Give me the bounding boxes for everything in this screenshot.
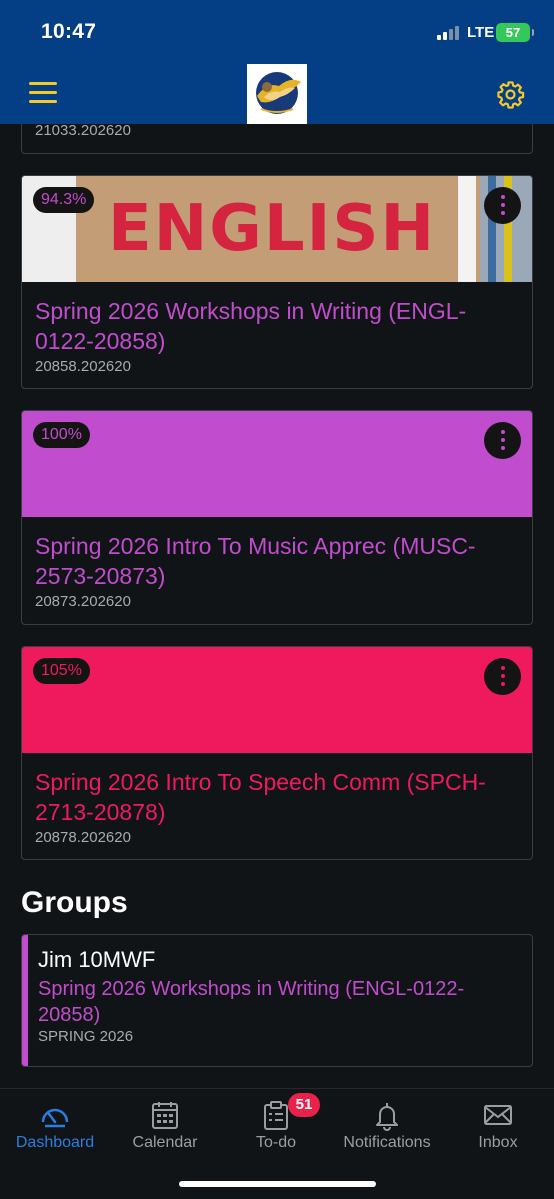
tab-calendar[interactable]: Calendar	[110, 1089, 220, 1164]
tab-label: Notifications	[343, 1134, 431, 1151]
tab-inbox[interactable]: Inbox	[443, 1089, 553, 1164]
battery-icon: 57	[496, 23, 534, 42]
grade-badge: 100%	[33, 422, 90, 448]
course-code: 20858.202620	[35, 358, 131, 375]
more-options-icon[interactable]	[484, 658, 521, 695]
course-color-header	[22, 647, 532, 753]
course-color-header	[22, 411, 532, 517]
tab-label: Inbox	[478, 1134, 518, 1151]
course-title[interactable]: Spring 2026 Intro To Music Apprec (MUSC-…	[35, 531, 515, 591]
battery-level: 57	[505, 25, 521, 40]
grade-badge: 94.3%	[33, 187, 95, 213]
group-color-accent	[22, 935, 28, 1066]
course-image-text: ENGLISH	[108, 192, 436, 266]
course-title[interactable]: Spring 2026 Intro To Speech Comm (SPCH-2…	[35, 767, 515, 827]
group-card[interactable]: Jim 10MWF Spring 2026 Workshops in Writi…	[21, 934, 533, 1067]
group-course: Spring 2026 Workshops in Writing (ENGL-0…	[38, 978, 465, 1026]
tab-label: To-do	[255, 1134, 297, 1151]
course-code: 20878.202620	[35, 829, 131, 846]
course-card-music[interactable]: 100% Spring 2026 Intro To Music Apprec (…	[21, 410, 533, 625]
group-term: SPRING 2026	[38, 1028, 134, 1045]
course-title[interactable]: Spring 2026 Workshops in Writing (ENGL-0…	[35, 296, 515, 356]
more-options-icon[interactable]	[484, 187, 521, 224]
course-card-english[interactable]: ENGLISH 94.3% Spring 2026 Workshops in W…	[21, 175, 533, 389]
course-card-partial[interactable]: 21033.202620	[21, 124, 533, 154]
course-card-speech[interactable]: 105% Spring 2026 Intro To Speech Comm (S…	[21, 646, 533, 860]
cellular-signal-icon	[437, 26, 461, 40]
tab-label: Calendar	[132, 1134, 198, 1151]
dashboard-gauge-icon	[41, 1108, 69, 1128]
grade-badge: 105%	[33, 658, 90, 684]
course-image: ENGLISH	[22, 176, 532, 282]
course-code: 20873.202620	[35, 593, 131, 610]
envelope-icon	[484, 1105, 512, 1125]
course-code: 21033.202620	[35, 124, 131, 139]
bell-icon	[376, 1103, 398, 1131]
groups-heading: Groups	[21, 886, 128, 919]
gear-icon[interactable]	[496, 80, 525, 109]
school-logo	[247, 64, 307, 124]
home-indicator[interactable]	[179, 1181, 376, 1187]
dashboard-course-list[interactable]: 21033.202620 ENGLISH 94.3% Spring 2026 W…	[0, 124, 554, 1088]
status-bar: 10:47 LTE 57	[0, 0, 554, 64]
todo-count-badge: 51	[288, 1093, 320, 1117]
hamburger-menu-icon[interactable]	[29, 82, 57, 104]
group-name: Jim 10MWF	[38, 947, 156, 972]
status-time: 10:47	[41, 20, 97, 43]
calendar-icon	[152, 1102, 178, 1129]
app-bar	[0, 64, 554, 124]
tab-label: Dashboard	[15, 1134, 95, 1151]
tab-notifications[interactable]: Notifications	[332, 1089, 442, 1164]
tab-dashboard[interactable]: Dashboard	[0, 1089, 110, 1164]
network-type: LTE	[467, 24, 495, 41]
more-options-icon[interactable]	[484, 422, 521, 459]
